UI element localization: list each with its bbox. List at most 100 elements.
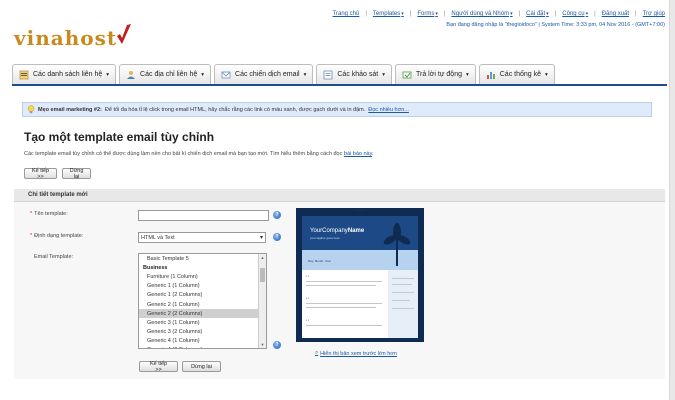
preview-heading-marker: ▪ ▪ xyxy=(306,274,309,278)
top-link-label: Đăng xuất xyxy=(601,11,630,17)
preview-line xyxy=(306,325,382,326)
marketing-tip: Mẹo email marketing #2: Để tối đa hóa tỉ… xyxy=(22,102,652,117)
autoresponder-icon xyxy=(402,70,412,80)
top-link-logout[interactable]: Đăng xuất xyxy=(602,11,629,17)
tab-label: Trả lời tự động xyxy=(416,71,462,78)
larger-preview-label: Hiển thị bản xem trước lớn hơn xyxy=(320,350,397,357)
caret-down-icon: ▾ xyxy=(435,11,438,17)
preview-company-name: YourCompanyName xyxy=(310,228,364,234)
separator: | xyxy=(409,11,412,17)
preview-side-line xyxy=(392,308,414,309)
separator: | xyxy=(518,11,521,17)
top-link-templates[interactable]: Templates▾ xyxy=(373,11,404,17)
contact-list-icon xyxy=(19,70,29,80)
logo[interactable]: vinahost xyxy=(14,18,133,48)
tab-contacts[interactable]: Các địa chỉ liên hệ ▾ xyxy=(119,64,212,84)
list-item[interactable]: Generic 3 (2 Columns) xyxy=(139,328,259,337)
list-item[interactable]: Generic 1 (1 Column) xyxy=(139,282,259,291)
top-link-settings[interactable]: Cài đặt▾ xyxy=(526,11,549,17)
caret-down-icon: ▾ xyxy=(106,71,110,78)
logo-text: vinahost xyxy=(14,26,118,50)
page-scrollbar[interactable] xyxy=(669,0,675,400)
top-link-label: Người dùng và Nhóm xyxy=(451,11,510,17)
template-format-value: HTML và Text xyxy=(141,234,175,241)
top-link-forms[interactable]: Forms▾ xyxy=(417,11,438,17)
preview-topbar: · · · · · · · · xyxy=(354,209,366,212)
tab-autoresponders[interactable]: Trả lời tự động ▾ xyxy=(395,64,476,84)
caret-down-icon: ▾ xyxy=(545,71,548,78)
top-links: Trang chủ | Templates▾ | Forms▾ | Người … xyxy=(333,11,665,17)
lightbulb-icon xyxy=(27,105,35,114)
caret-down-icon: ▾ xyxy=(585,11,589,17)
template-list: Basic Template 5 Business Furniture (1 Col… xyxy=(139,254,259,348)
cancel-button-top[interactable]: Dừng lại xyxy=(62,168,91,180)
cancel-button-bottom[interactable]: Dừng lại xyxy=(182,361,221,372)
description-end: . xyxy=(371,151,374,157)
caret-down-icon: ▾ xyxy=(382,71,385,78)
separator: | xyxy=(554,11,557,17)
template-name-label-text: Tên template: xyxy=(34,211,68,217)
main-nav: Các danh sách liên hệ ▾ Các địa chỉ liên… xyxy=(12,64,667,86)
tab-label: Các chiến dịch email xyxy=(235,71,300,78)
list-item[interactable]: Generic 2 (1 Column) xyxy=(139,300,259,309)
preview-side-line xyxy=(392,300,410,301)
top-link-label: Templates xyxy=(372,11,401,17)
top-link-label: Trang chủ xyxy=(332,11,360,17)
top-link-home[interactable]: Trang chủ xyxy=(333,11,360,17)
help-icon[interactable]: ? xyxy=(273,233,281,241)
preview-heading-marker: ▪ ▪ xyxy=(306,318,309,322)
template-preview[interactable]: · · · · · · · · YourCompanyName your tag… xyxy=(296,208,424,342)
top-link-users-groups[interactable]: Người dùng và Nhóm▾ xyxy=(451,11,512,17)
top-link-label: Cài đặt xyxy=(526,11,546,17)
caret-down-icon: ▾ xyxy=(546,11,549,17)
next-button-top[interactable]: Kế tiếp >> xyxy=(24,168,57,180)
next-button-bottom[interactable]: Kế tiếp >> xyxy=(139,361,178,373)
list-group-header: Business xyxy=(143,264,168,271)
scroll-down-icon[interactable]: ▼ xyxy=(259,341,266,348)
preview-line xyxy=(306,281,382,282)
tab-contact-lists[interactable]: Các danh sách liên hệ ▾ xyxy=(12,64,117,84)
list-scrollbar[interactable]: ▲ ▼ xyxy=(258,254,266,348)
tab-statistics[interactable]: Các thống kê ▾ xyxy=(478,64,555,84)
preview-side-line xyxy=(392,284,412,285)
template-format-label-text: Định dạng template: xyxy=(34,233,84,239)
tab-label: Các danh sách liên hệ xyxy=(33,71,103,78)
tab-label: Các khảo sát xyxy=(337,71,379,78)
tip-read-more-link[interactable]: Đọc nhiều hơn... xyxy=(368,107,409,113)
list-item[interactable]: Generic 4 (1 Column) xyxy=(139,337,259,346)
email-template-listbox[interactable]: Basic Template 5 Business Furniture (1 Col… xyxy=(138,253,267,349)
template-name-input[interactable] xyxy=(138,210,269,221)
page-description: Các template email tùy chỉnh có thể được… xyxy=(24,151,373,157)
preview-date: Day, Month, Year xyxy=(308,259,331,263)
top-link-help[interactable]: Trợ giúp xyxy=(643,11,665,17)
list-item[interactable]: Furniture (1 Column) xyxy=(139,272,259,281)
scroll-up-icon[interactable]: ▲ xyxy=(259,254,266,261)
list-item[interactable]: Generic 1 (2 Columns) xyxy=(139,291,259,300)
logo-check-icon xyxy=(115,22,133,48)
larger-preview-link[interactable]: ⌕ Hiển thị bản xem trước lớn hơn xyxy=(315,350,397,357)
list-item[interactable]: Basic Template 5 xyxy=(139,254,259,263)
required-marker: * xyxy=(30,233,33,239)
tab-email-campaigns[interactable]: Các chiến dịch email ▾ xyxy=(214,64,314,84)
scroll-thumb[interactable] xyxy=(260,268,265,282)
article-link[interactable]: bài báo này xyxy=(344,151,372,157)
contacts-icon xyxy=(126,70,136,80)
tab-surveys[interactable]: Các khảo sát ▾ xyxy=(316,64,392,84)
preview-tagline: your tagline goes here xyxy=(310,236,340,240)
list-item[interactable]: Generic 4 (2 Columns) xyxy=(139,346,259,348)
login-info: Bạn đang đăng nhập là "thegioidoco" | Sy… xyxy=(446,22,665,28)
preview-side-line xyxy=(392,278,414,279)
stats-chart-icon xyxy=(486,70,496,80)
caret-down-icon: ▾ xyxy=(510,11,513,17)
separator: | xyxy=(635,11,637,17)
help-icon[interactable]: ? xyxy=(273,341,281,349)
top-link-tools[interactable]: Công cụ▾ xyxy=(562,11,588,17)
template-format-select[interactable]: HTML và Text ▾ xyxy=(138,232,266,243)
preview-line xyxy=(306,307,376,308)
list-item[interactable]: Generic 3 (1 Column) xyxy=(139,318,259,327)
survey-icon xyxy=(323,70,333,80)
list-item[interactable]: Generic 2 (2 Columns) xyxy=(139,309,259,319)
chevron-down-icon: ▾ xyxy=(259,235,263,241)
help-icon[interactable]: ? xyxy=(273,211,281,219)
top-link-label: Trợ giúp xyxy=(642,11,665,17)
